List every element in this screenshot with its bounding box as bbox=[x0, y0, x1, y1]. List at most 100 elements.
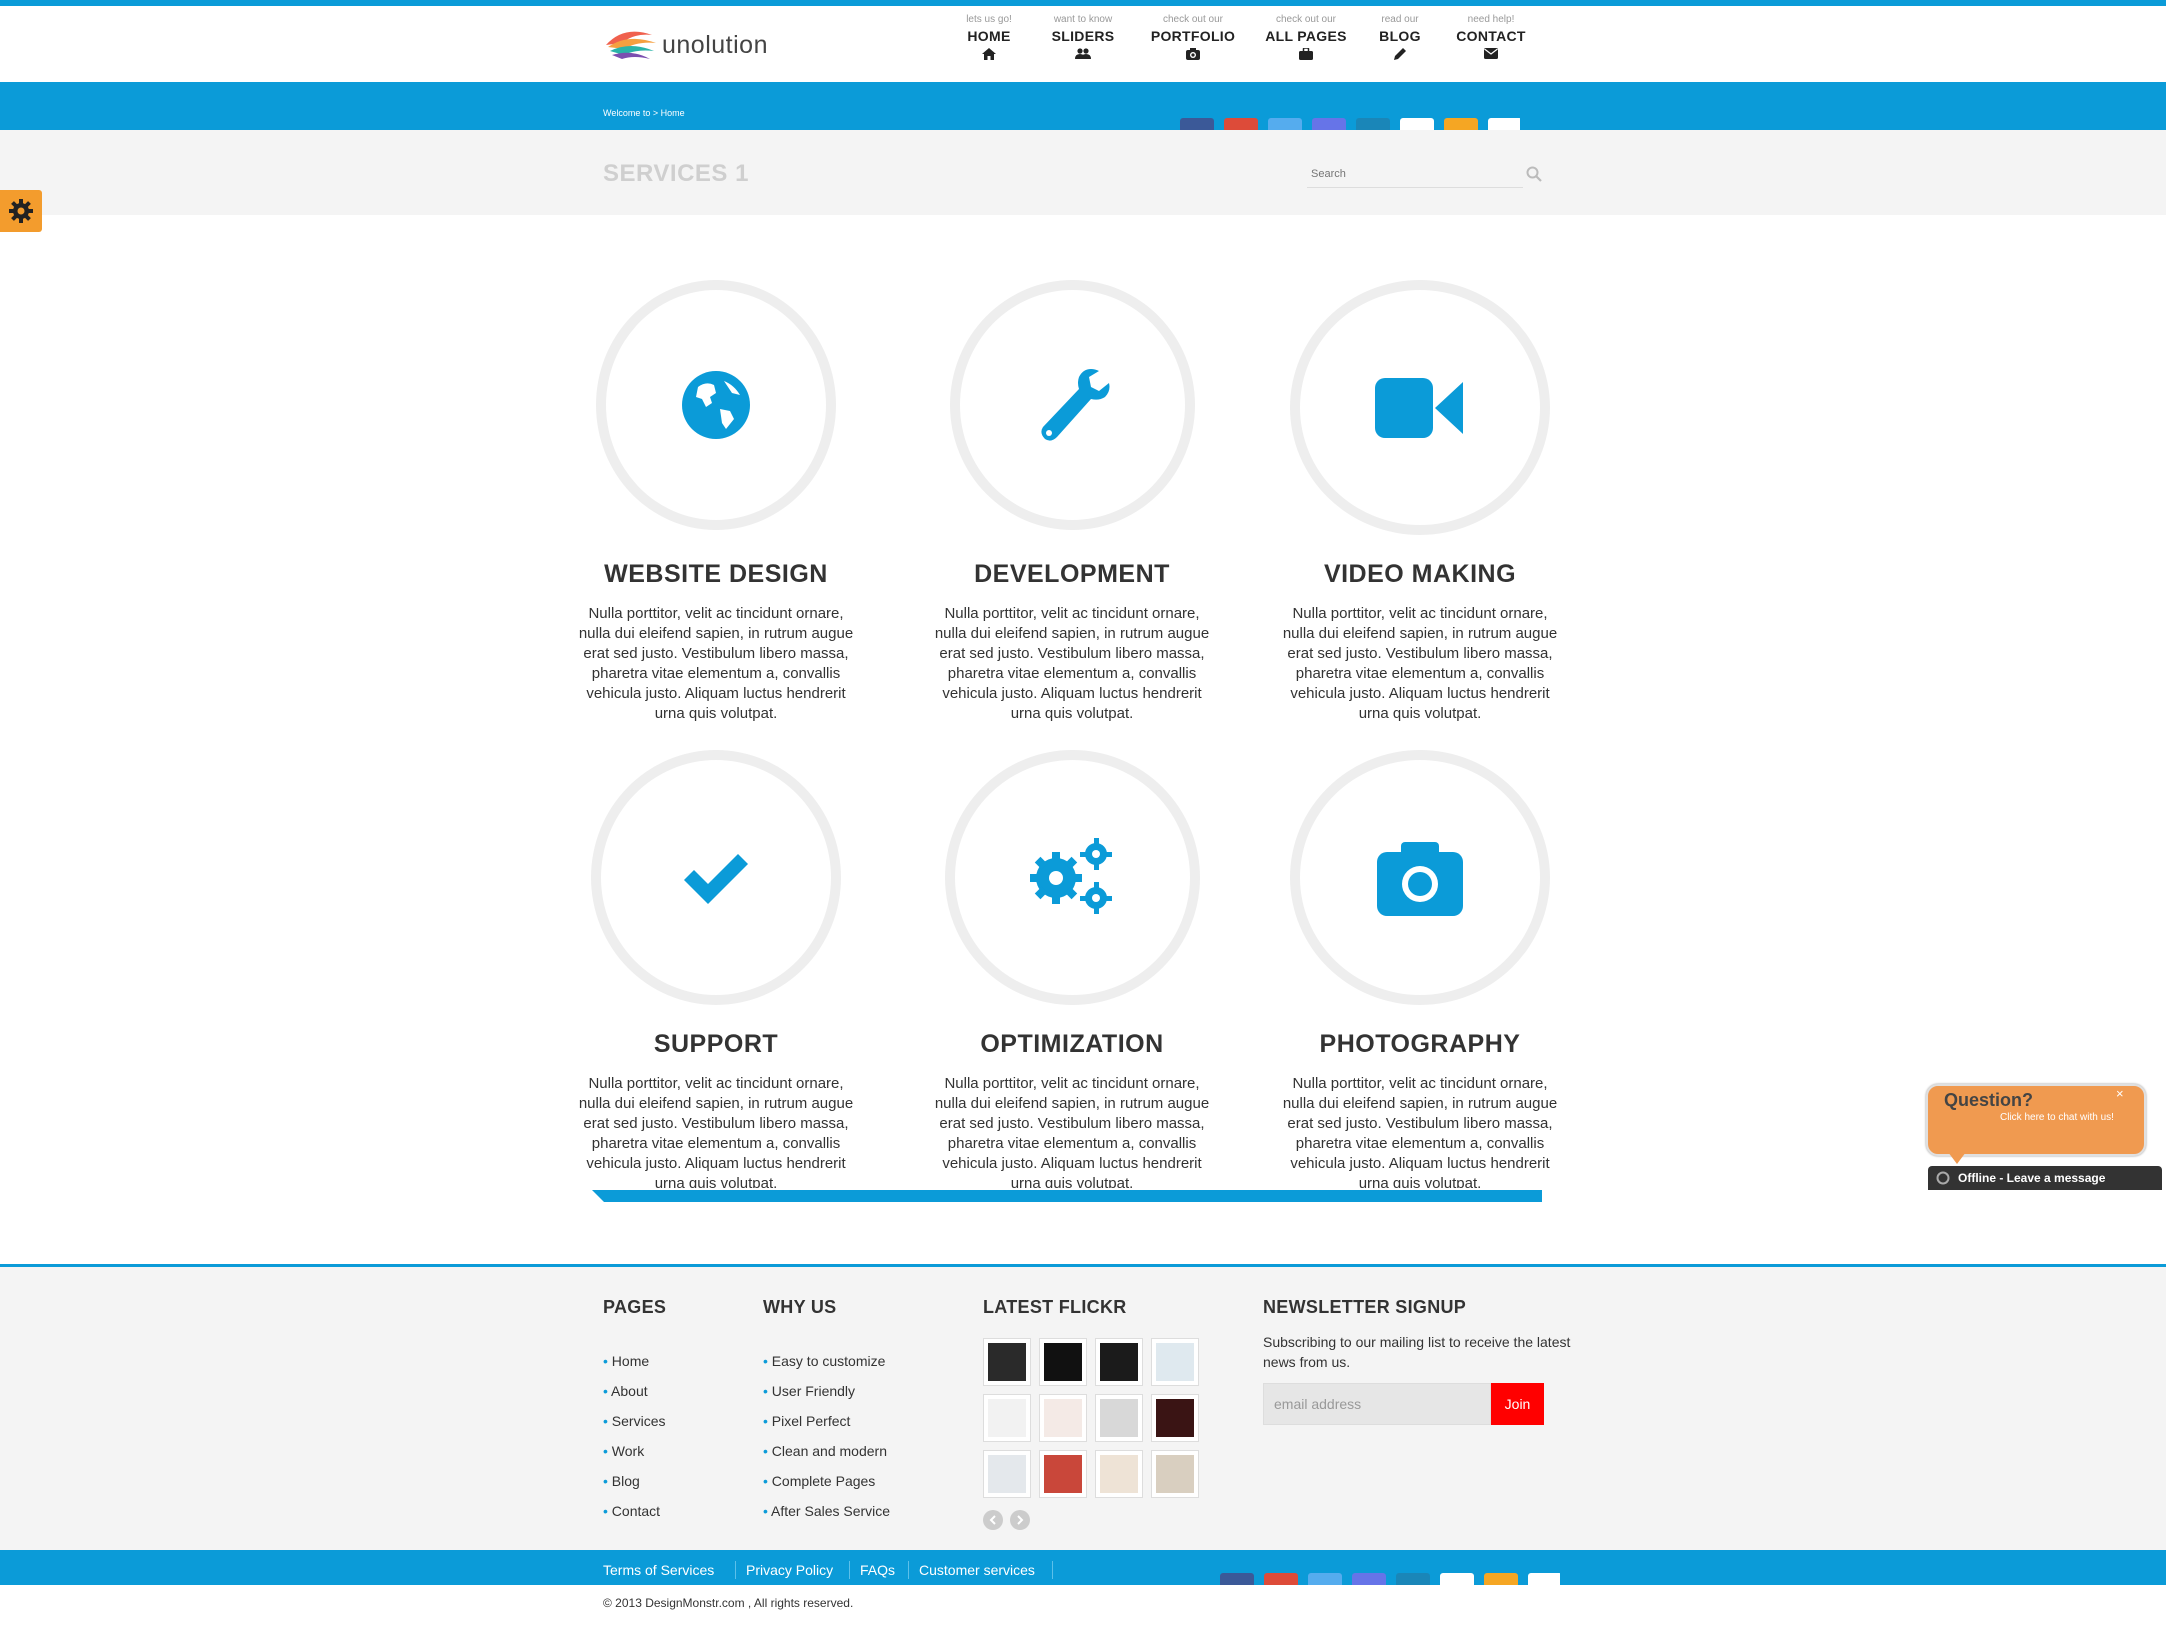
nav-label: CONTACT bbox=[1456, 28, 1526, 44]
nav-label: SLIDERS bbox=[1051, 28, 1115, 44]
nav-contact[interactable]: need help! CONTACT bbox=[1452, 14, 1530, 78]
nav-all-pages[interactable]: check out our ALL PAGES bbox=[1262, 14, 1350, 78]
search-input[interactable] bbox=[1307, 160, 1523, 188]
footer-link[interactable]: Home bbox=[603, 1346, 665, 1376]
link-separator bbox=[735, 1561, 736, 1579]
chat-status-text[interactable]: Offline - Leave a message bbox=[1958, 1171, 2105, 1185]
flickr-thumbnail[interactable] bbox=[983, 1450, 1031, 1498]
service-description: Nulla porttitor, velit ac tincidunt orna… bbox=[1282, 605, 1558, 722]
flickr-thumbnail[interactable] bbox=[1095, 1338, 1143, 1386]
footer-links-bar bbox=[0, 1550, 2166, 1585]
google-icon[interactable] bbox=[1352, 1573, 1386, 1585]
amazon-icon[interactable] bbox=[1444, 118, 1478, 130]
flickr-gallery bbox=[983, 1338, 1203, 1508]
nav-sliders[interactable]: want to know SLIDERS bbox=[1048, 14, 1118, 78]
footer-newsletter-title: NEWSLETTER SIGNUP bbox=[1263, 1297, 1467, 1317]
nav-blog[interactable]: read our BLOG bbox=[1374, 14, 1426, 78]
service-title: OPTIMIZATION bbox=[980, 1030, 1164, 1058]
chevron-right-icon bbox=[1017, 1515, 1024, 1525]
footer-link[interactable]: User Friendly bbox=[763, 1376, 890, 1406]
service-description: Nulla porttitor, velit ac tincidunt orna… bbox=[578, 1075, 854, 1188]
service-title: DEVELOPMENT bbox=[974, 560, 1170, 588]
flickr-thumbnail[interactable] bbox=[1095, 1394, 1143, 1442]
chat-subtitle[interactable]: Click here to chat with us! bbox=[2000, 1112, 2114, 1123]
email-field[interactable]: email address bbox=[1263, 1383, 1491, 1425]
footer-link-customer-services[interactable]: Customer services bbox=[919, 1562, 1035, 1578]
service-circle bbox=[591, 750, 841, 1005]
flickr-thumbnail[interactable] bbox=[1039, 1450, 1087, 1498]
join-button[interactable]: Join bbox=[1491, 1383, 1544, 1425]
flickr-thumbnail[interactable] bbox=[1095, 1450, 1143, 1498]
footer-link[interactable]: Pixel Perfect bbox=[763, 1406, 890, 1436]
chat-question[interactable]: Question? bbox=[1944, 1090, 2033, 1111]
footer-link[interactable]: Blog bbox=[603, 1466, 665, 1496]
footer-link-faqs[interactable]: FAQs bbox=[860, 1562, 895, 1578]
paypal-icon[interactable] bbox=[1440, 1573, 1474, 1585]
twitter-icon[interactable] bbox=[1268, 118, 1302, 130]
service-circle bbox=[945, 750, 1200, 1005]
camera-icon bbox=[1186, 48, 1200, 60]
chat-close-button[interactable]: × bbox=[2116, 1086, 2124, 1101]
footer-link[interactable]: Easy to customize bbox=[763, 1346, 890, 1376]
settings-tab[interactable] bbox=[0, 190, 42, 232]
nav-sub: read our bbox=[1381, 14, 1419, 25]
flickr-thumbnail[interactable] bbox=[1039, 1338, 1087, 1386]
nav-home[interactable]: lets us go! HOME bbox=[960, 14, 1018, 78]
service-circle bbox=[1290, 280, 1550, 535]
nav-sub: want to know bbox=[1053, 14, 1113, 25]
video-camera-icon bbox=[1375, 377, 1463, 438]
flickr-thumbnail[interactable] bbox=[1039, 1394, 1087, 1442]
nav-label: ALL PAGES bbox=[1265, 28, 1347, 44]
breadcrumb[interactable]: Welcome to > Home bbox=[603, 108, 685, 118]
flickr-thumbnail[interactable] bbox=[983, 1394, 1031, 1442]
footer-link[interactable]: About bbox=[603, 1376, 665, 1406]
service-title: WEBSITE DESIGN bbox=[604, 560, 828, 588]
flickr-thumbnail[interactable] bbox=[983, 1338, 1031, 1386]
services-row-2: SUPPORT OPTIMIZATION PHOTOGRAPHY Nulla p… bbox=[0, 740, 2166, 1188]
twitter-icon[interactable] bbox=[1308, 1573, 1342, 1585]
google-plus-icon[interactable] bbox=[1224, 118, 1258, 130]
link-separator bbox=[1052, 1561, 1053, 1579]
dropbox-icon[interactable] bbox=[1488, 118, 1520, 130]
flickr-thumbnail[interactable] bbox=[1151, 1450, 1199, 1498]
nav-portfolio[interactable]: check out our PORTFOLIO bbox=[1148, 14, 1238, 78]
footer-link[interactable]: Complete Pages bbox=[763, 1466, 890, 1496]
footer-link-privacy[interactable]: Privacy Policy bbox=[746, 1562, 833, 1578]
gears-icon bbox=[1029, 837, 1112, 914]
footer-link-terms[interactable]: Terms of Services bbox=[603, 1562, 714, 1578]
dropbox-icon[interactable] bbox=[1528, 1573, 1560, 1585]
pencil-icon bbox=[1394, 48, 1406, 60]
service-description: Nulla porttitor, velit ac tincidunt orna… bbox=[578, 605, 854, 722]
logo-text: unolution bbox=[662, 30, 768, 59]
service-title: VIDEO MAKING bbox=[1323, 560, 1517, 588]
social-icons-bottom bbox=[1220, 1573, 1560, 1585]
linkedin-icon[interactable] bbox=[1356, 118, 1390, 130]
link-separator bbox=[849, 1561, 850, 1579]
amazon-icon[interactable] bbox=[1484, 1573, 1518, 1585]
google-icon[interactable] bbox=[1312, 118, 1346, 130]
service-description: Nulla porttitor, velit ac tincidunt orna… bbox=[934, 605, 1210, 722]
page-title: SERVICES 1 bbox=[603, 160, 749, 187]
linkedin-icon[interactable] bbox=[1396, 1573, 1430, 1585]
footer-link[interactable]: After Sales Service bbox=[763, 1496, 890, 1526]
flickr-next-button[interactable] bbox=[1010, 1510, 1030, 1530]
ribbon-tail bbox=[592, 1190, 604, 1202]
facebook-icon[interactable] bbox=[1180, 118, 1214, 130]
nav-sub: check out our bbox=[1162, 14, 1224, 25]
paypal-icon[interactable] bbox=[1400, 118, 1434, 130]
service-circle bbox=[1290, 750, 1550, 1005]
search-icon[interactable] bbox=[1526, 166, 1542, 182]
flickr-thumbnail[interactable] bbox=[1151, 1394, 1199, 1442]
footer-link[interactable]: Clean and modern bbox=[763, 1436, 890, 1466]
service-circle bbox=[950, 280, 1195, 530]
footer-link[interactable]: Contact bbox=[603, 1496, 665, 1526]
flickr-thumbnail[interactable] bbox=[1151, 1338, 1199, 1386]
nav-label: PORTFOLIO bbox=[1150, 28, 1236, 44]
google-plus-icon[interactable] bbox=[1264, 1573, 1298, 1585]
flickr-prev-button[interactable] bbox=[983, 1510, 1003, 1530]
footer-link[interactable]: Work bbox=[603, 1436, 665, 1466]
users-icon bbox=[1075, 48, 1091, 59]
site-logo[interactable]: unolution bbox=[604, 22, 768, 68]
facebook-icon[interactable] bbox=[1220, 1573, 1254, 1585]
footer-link[interactable]: Services bbox=[603, 1406, 666, 1436]
